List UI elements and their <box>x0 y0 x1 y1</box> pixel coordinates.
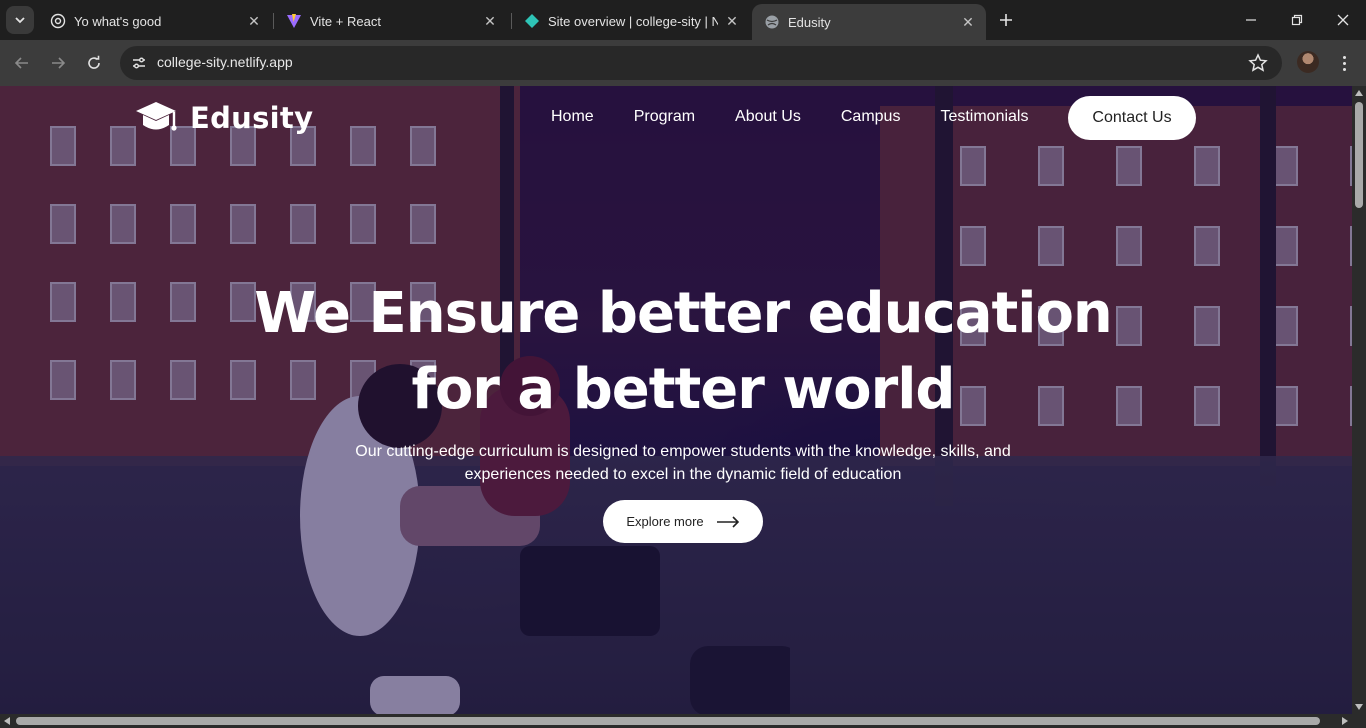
vertical-scrollbar[interactable] <box>1352 86 1366 714</box>
nav-links: Home Program About Us Campus Testimonial… <box>551 108 1068 126</box>
close-tab-icon[interactable]: ✕ <box>246 13 262 29</box>
hero-content: We Ensure better education for a better … <box>0 276 1352 486</box>
scrollbar-thumb[interactable] <box>1355 102 1363 208</box>
hero-subtitle-line: Our cutting-edge curriculum is designed … <box>355 443 1011 460</box>
close-icon <box>1337 14 1349 26</box>
page-viewport: Edusity Home Program About Us Campus Tes… <box>0 86 1352 714</box>
address-bar[interactable]: college-sity.netlify.app <box>120 46 1282 80</box>
tab-title: Yo what's good <box>74 13 162 29</box>
netlify-icon <box>524 13 540 29</box>
arrow-left-icon <box>14 57 28 69</box>
nav-about-us[interactable]: About Us <box>735 108 801 126</box>
vite-icon <box>286 13 302 29</box>
restore-button[interactable] <box>1274 0 1320 40</box>
tab-title: Site overview | college-sity | Netlify <box>548 13 718 29</box>
tab-title: Vite + React <box>310 13 381 29</box>
profile-avatar[interactable] <box>1297 51 1319 73</box>
explore-more-button[interactable]: Explore more <box>603 500 763 543</box>
minimize-button[interactable] <box>1228 0 1274 40</box>
browser-menu-icon[interactable] <box>1334 51 1354 75</box>
scrollbar-corner <box>1352 714 1366 728</box>
hero-subtitle: Our cutting-edge curriculum is designed … <box>0 440 1352 486</box>
scroll-down-arrow[interactable] <box>1355 704 1363 710</box>
close-tab-icon[interactable]: ✕ <box>960 14 976 30</box>
arrow-right-icon <box>716 515 739 528</box>
tab-title: Edusity <box>788 14 831 30</box>
site-info-icon[interactable] <box>127 51 151 75</box>
tab-vite-react[interactable]: Vite + React ✕ <box>274 6 508 36</box>
arrow-right-icon <box>52 57 66 69</box>
url-text: college-sity.netlify.app <box>157 54 293 70</box>
openai-icon <box>50 13 66 29</box>
close-window-button[interactable] <box>1320 0 1366 40</box>
scroll-left-arrow[interactable] <box>4 717 10 725</box>
graduation-cap-icon <box>136 102 177 131</box>
tab-edusity[interactable]: Edusity ✕ <box>752 4 986 40</box>
hero-title: We Ensure better education for a better … <box>0 276 1352 428</box>
explore-more-label: Explore more <box>626 514 704 529</box>
tab-search-button[interactable] <box>6 6 34 34</box>
minimize-icon <box>1246 19 1256 21</box>
close-tab-icon[interactable]: ✕ <box>482 13 498 29</box>
forward-button[interactable] <box>44 49 72 77</box>
tab-yo-whats-good[interactable]: Yo what's good ✕ <box>38 6 272 36</box>
logo-text: Edusity <box>190 101 314 135</box>
hero-subtitle-line: experiences needed to excel in the dynam… <box>464 466 902 483</box>
horizontal-scrollbar[interactable] <box>0 714 1352 728</box>
hero-title-line: for a better world <box>411 357 955 422</box>
nav-program[interactable]: Program <box>634 108 695 126</box>
site-logo[interactable]: Edusity <box>134 98 313 138</box>
tab-strip: Yo what's good ✕ Vite + React ✕ Site ove… <box>0 0 1366 40</box>
scroll-right-arrow[interactable] <box>1342 717 1348 725</box>
new-tab-button[interactable] <box>994 8 1018 32</box>
browser-toolbar: college-sity.netlify.app <box>0 40 1366 86</box>
reload-button[interactable] <box>80 49 108 77</box>
hero-title-line: We Ensure better education <box>254 281 1113 346</box>
nav-testimonials[interactable]: Testimonials <box>940 108 1028 126</box>
chevron-down-icon <box>15 17 25 24</box>
scrollbar-thumb[interactable] <box>16 717 1320 725</box>
reload-icon <box>88 55 100 69</box>
bookmark-star-icon[interactable] <box>1248 53 1268 73</box>
site-navbar: Edusity Home Program About Us Campus Tes… <box>0 86 1352 152</box>
nav-campus[interactable]: Campus <box>841 108 901 126</box>
contact-us-button[interactable]: Contact Us <box>1068 96 1196 140</box>
restore-icon <box>1291 14 1303 26</box>
globe-icon <box>764 14 780 30</box>
scroll-up-arrow[interactable] <box>1355 90 1363 96</box>
tab-netlify[interactable]: Site overview | college-sity | Netlify ✕ <box>512 6 750 36</box>
back-button[interactable] <box>8 49 36 77</box>
plus-icon <box>1000 14 1012 26</box>
nav-home[interactable]: Home <box>551 108 594 126</box>
close-tab-icon[interactable]: ✕ <box>724 13 740 29</box>
